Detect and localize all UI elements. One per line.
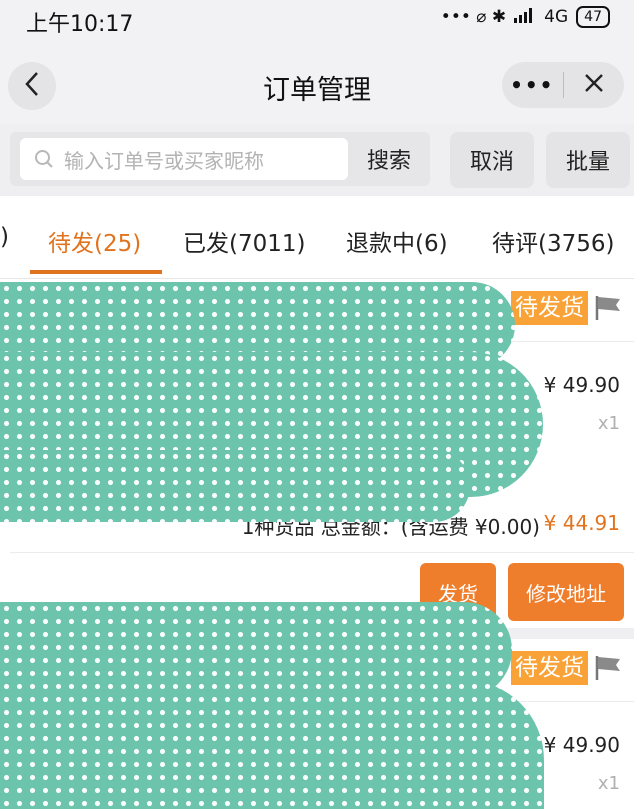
divider [10, 552, 634, 553]
batch-button[interactable]: 批量 [546, 132, 630, 188]
redaction-mask [0, 680, 544, 809]
tab-pending-shipment[interactable]: 待发(25) [48, 224, 141, 258]
status-icons: ••• ⌀ ✱ [440, 7, 507, 27]
close-button[interactable] [564, 72, 625, 98]
summary-total: ¥ 44.91 [543, 511, 620, 535]
item-price: ¥ 49.90 [543, 733, 620, 757]
search-placeholder: 输入订单号或买家昵称 [64, 148, 264, 173]
flag-icon[interactable] [594, 295, 624, 325]
nav-bar: 订单管理 ••• [0, 40, 634, 124]
network-label: 4G [544, 7, 569, 27]
tab-pending-review[interactable]: 待评(3756) [492, 224, 614, 258]
status-time: 上午10:17 [26, 12, 134, 37]
status-badge: 待发货 [511, 291, 588, 325]
status-indicators: ••• ⌀ ✱ 4G 47 [441, 6, 610, 28]
order-status-tabs: ) 待发(25) 已发(7011) 退款中(6) 待评(3756) [0, 196, 634, 279]
item-price: ¥ 49.90 [543, 373, 620, 397]
edit-address-button[interactable]: 修改地址 [508, 563, 624, 621]
more-button[interactable]: ••• [502, 73, 563, 97]
close-icon [583, 72, 605, 98]
signal-icon [514, 7, 536, 28]
status-badge: 待发货 [511, 651, 588, 685]
status-bar: 上午10:17 ••• ⌀ ✱ 4G 47 [0, 0, 634, 40]
flag-icon[interactable] [594, 655, 624, 685]
search-icon [34, 149, 54, 169]
search-container: 输入订单号或买家昵称 搜索 [10, 132, 430, 186]
cancel-button[interactable]: 取消 [450, 132, 534, 188]
tab-refunding[interactable]: 退款中(6) [346, 224, 448, 258]
item-quantity: x1 [597, 773, 620, 794]
active-tab-indicator [30, 270, 162, 274]
battery-icon: 47 [576, 6, 610, 28]
redaction-mask [0, 450, 470, 522]
mini-program-capsule: ••• [502, 62, 624, 108]
tab-partial[interactable]: ) [0, 224, 9, 250]
tab-shipped[interactable]: 已发(7011) [183, 224, 305, 258]
item-quantity: x1 [597, 413, 620, 434]
search-button[interactable]: 搜索 [358, 138, 420, 180]
search-input[interactable]: 输入订单号或买家昵称 [20, 138, 348, 180]
search-bar: 输入订单号或买家昵称 搜索 取消 批量 [0, 124, 634, 194]
